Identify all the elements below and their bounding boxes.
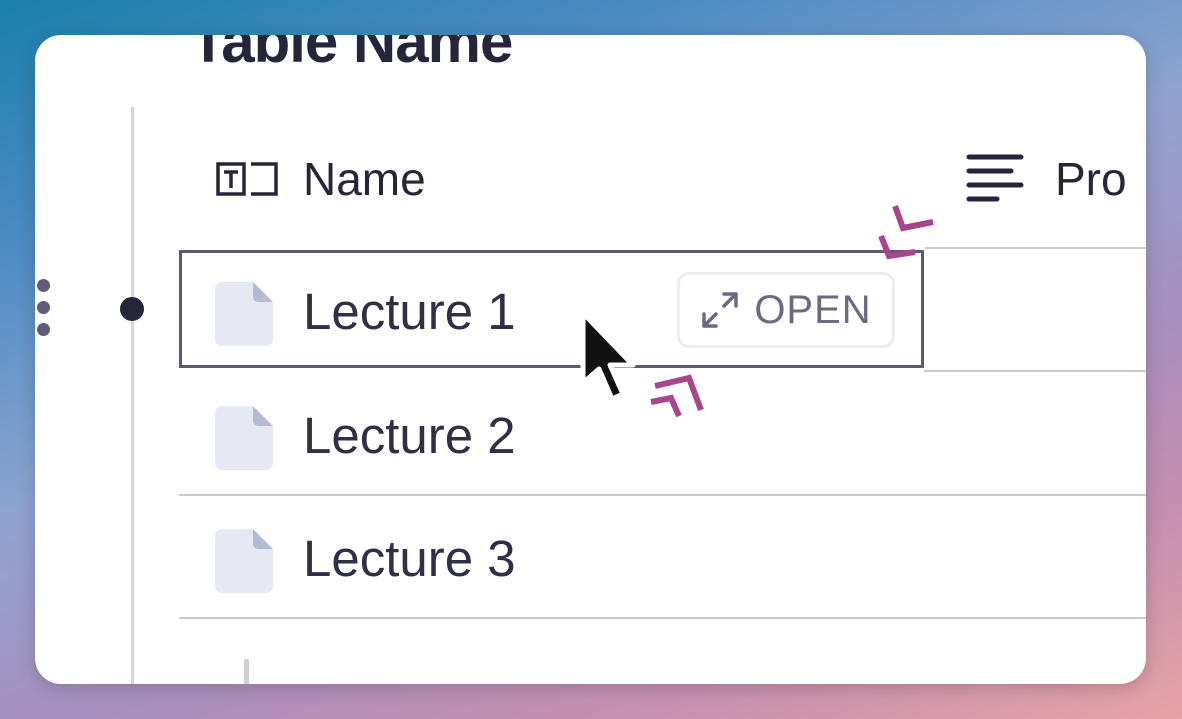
- scroll-indicator: [244, 659, 249, 684]
- block-guide-line: [131, 107, 134, 684]
- open-button-label: OPEN: [754, 287, 872, 332]
- expand-arrows-icon: [702, 292, 739, 328]
- emphasis-sparkle-icon: [650, 374, 704, 418]
- row-title: Lecture 3: [303, 530, 516, 587]
- document-icon: [215, 406, 273, 470]
- row-divider: [924, 370, 1146, 372]
- table-title: Table Name: [190, 35, 513, 75]
- column-header-name[interactable]: Name: [215, 149, 426, 209]
- table-row[interactable]: Lecture 3: [179, 497, 1146, 619]
- row-title: Lecture 1: [303, 283, 516, 340]
- header-divider: [925, 247, 1146, 249]
- database-table-card: Table Name Name Pro Lecture 1 OPEN Lectu…: [35, 35, 1146, 684]
- row-title: Lecture 2: [303, 407, 516, 464]
- column-header-label: Name: [303, 153, 426, 205]
- emphasis-sparkle-icon: [878, 204, 934, 260]
- text-lines-icon: [966, 154, 1024, 202]
- drag-handle-icon[interactable]: [37, 279, 51, 339]
- mouse-pointer-icon: [580, 310, 636, 402]
- column-header-label: Pro: [1055, 153, 1127, 205]
- column-header-property[interactable]: Pro: [965, 149, 1127, 209]
- open-page-button[interactable]: OPEN: [677, 272, 895, 348]
- document-icon: [215, 529, 273, 593]
- bullet-point-icon: [120, 297, 144, 321]
- document-icon: [215, 282, 273, 346]
- row-divider: [179, 617, 1146, 619]
- text-property-icon: [216, 162, 278, 196]
- row-divider: [179, 494, 1146, 496]
- table-row[interactable]: Lecture 1 OPEN: [179, 250, 1146, 372]
